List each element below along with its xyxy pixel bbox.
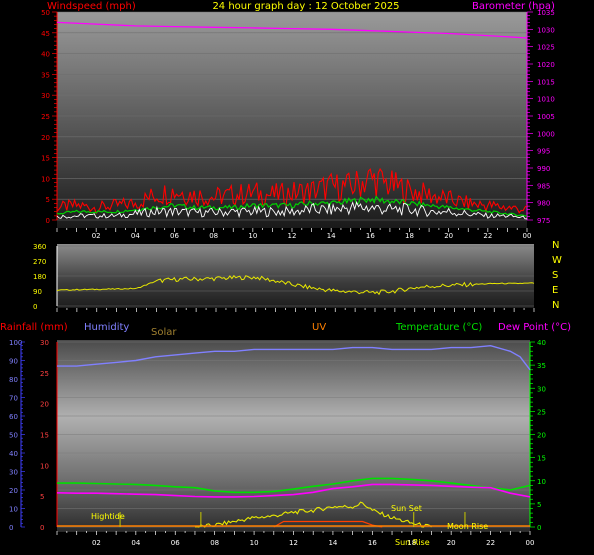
compass-letter: S (552, 270, 558, 281)
rainfall-tick-label: 10 (40, 462, 49, 470)
time-tick-label: 00 (526, 539, 535, 547)
humidity-tick-label: 0 (9, 524, 13, 532)
barometer-axis-label: Barometer (hpa) (472, 1, 555, 12)
compass-labels: NWSEN (552, 240, 562, 311)
direction-tick-label: 270 (33, 258, 46, 266)
humidity-tick-label: 70 (9, 395, 18, 403)
rainfall-tick-label: 20 (40, 401, 49, 409)
barometer-tick-label: 985 (537, 182, 550, 190)
time-tick-label: 16 (366, 232, 375, 240)
humidity-tick-label: 40 (9, 450, 18, 458)
barometer-tick-label: 995 (537, 148, 550, 156)
time-tick-label: 10 (248, 232, 257, 240)
moonrise-label: Moon Rise (447, 522, 488, 531)
windspeed-axis-label: Windspeed (mph) (47, 1, 136, 12)
humidity-tick-label: 30 (9, 469, 18, 477)
time-tick-label: 12 (289, 539, 298, 547)
barometer-tick-label: 1005 (537, 113, 555, 121)
windspeed-tick-label: 15 (41, 155, 50, 163)
rainfall-label: Rainfall (mm) (0, 322, 68, 333)
compass-letter: N (552, 300, 559, 311)
windspeed-tick-label: 35 (41, 71, 50, 79)
windspeed-tick-label: 40 (41, 51, 50, 59)
time-tick-label: 22 (486, 539, 495, 547)
direction-tick-label: 360 (33, 243, 46, 251)
time-tick-label: 02 (92, 539, 101, 547)
hightide-label: Hightide (91, 512, 125, 521)
direction-tick-label: 90 (33, 288, 42, 296)
rainfall-tick-label: 25 (40, 370, 49, 378)
humidity-tick-label: 50 (9, 432, 18, 440)
barometer-tick-label: 975 (537, 217, 550, 225)
humidity-tick-label: 80 (9, 376, 18, 384)
time-tick-label: 20 (444, 232, 453, 240)
windspeed-tick-label: 30 (41, 92, 50, 100)
humidity-tick-label: 100 (9, 339, 22, 347)
rainfall-tick-label: 5 (40, 493, 44, 501)
time-tick-label: 18 (405, 232, 414, 240)
temperature-tick-label: 40 (537, 339, 546, 347)
barometer-tick-label: 1015 (537, 78, 555, 86)
direction-tick-label: 180 (33, 273, 46, 281)
time-tick-label: 12 (288, 232, 297, 240)
barometer-tick-label: 1025 (537, 44, 555, 52)
time-tick-label: 10 (250, 539, 259, 547)
compass-letter: E (552, 285, 558, 296)
compass-letter: W (552, 255, 562, 266)
time-tick-label: 22 (483, 232, 492, 240)
temperature-tick-label: 20 (537, 432, 546, 440)
windspeed-tick-label: 25 (41, 113, 50, 121)
windspeed-tick-label: 10 (41, 175, 50, 183)
chart-title: 24 hour graph day : 12 October 2025 (212, 1, 399, 12)
humidity-tick-label: 90 (9, 358, 18, 366)
rainfall-tick-label: 30 (40, 339, 49, 347)
time-tick-label: 14 (328, 539, 337, 547)
rainfall-tick-label: 0 (40, 524, 44, 532)
time-tick-label: 04 (131, 232, 140, 240)
windspeed-tick-label: 0 (46, 217, 50, 225)
rainfall-tick-label: 15 (40, 432, 49, 440)
temperature-tick-label: 15 (537, 455, 546, 463)
temperature-tick-label: 0 (537, 524, 541, 532)
time-tick-label: 00 (523, 232, 532, 240)
time-tick-label: 04 (131, 539, 140, 547)
barometer-tick-label: 1020 (537, 61, 555, 69)
humidity-tick-label: 10 (9, 506, 18, 514)
time-tick-label: 02 (92, 232, 101, 240)
time-tick-label: 14 (327, 232, 336, 240)
barometer-tick-label: 990 (537, 165, 550, 173)
barometer-tick-label: 980 (537, 200, 550, 208)
time-tick-label: 06 (171, 539, 180, 547)
compass-letter: N (552, 240, 559, 251)
direction-tick-label: 0 (33, 303, 37, 311)
temperature-tick-label: 35 (537, 362, 546, 370)
dewpoint-label: Dew Point (°C) (498, 322, 571, 333)
humidity-label: Humidity (84, 322, 129, 333)
temperature-tick-label: 30 (537, 385, 546, 393)
uv-label: UV (312, 322, 326, 333)
temperature-tick-label: 25 (537, 408, 546, 416)
sunset-label: Sun Set (391, 504, 422, 513)
weather-graph: 0510152025303540455097598098599099510001… (0, 1, 571, 547)
barometer-tick-label: 1000 (537, 130, 555, 138)
time-tick-label: 06 (170, 232, 179, 240)
barometer-tick-label: 1010 (537, 96, 555, 104)
time-tick-label: 08 (209, 232, 218, 240)
time-tick-label: 16 (368, 539, 377, 547)
time-tick-label: 08 (210, 539, 219, 547)
windspeed-tick-label: 5 (46, 196, 50, 204)
sunrise-label: Sun Rise (395, 538, 430, 547)
temperature-tick-label: 10 (537, 478, 546, 486)
time-tick-label: 20 (447, 539, 456, 547)
temperature-label: Temperature (°C) (395, 322, 482, 333)
windspeed-tick-label: 20 (41, 134, 50, 142)
temperature-tick-label: 5 (537, 501, 541, 509)
humidity-tick-label: 60 (9, 413, 18, 421)
barometer-tick-label: 1030 (537, 26, 555, 34)
humidity-tick-label: 20 (9, 487, 18, 495)
temp-panel (57, 340, 530, 532)
solar-label: Solar (151, 327, 177, 338)
windspeed-tick-label: 45 (41, 30, 50, 38)
